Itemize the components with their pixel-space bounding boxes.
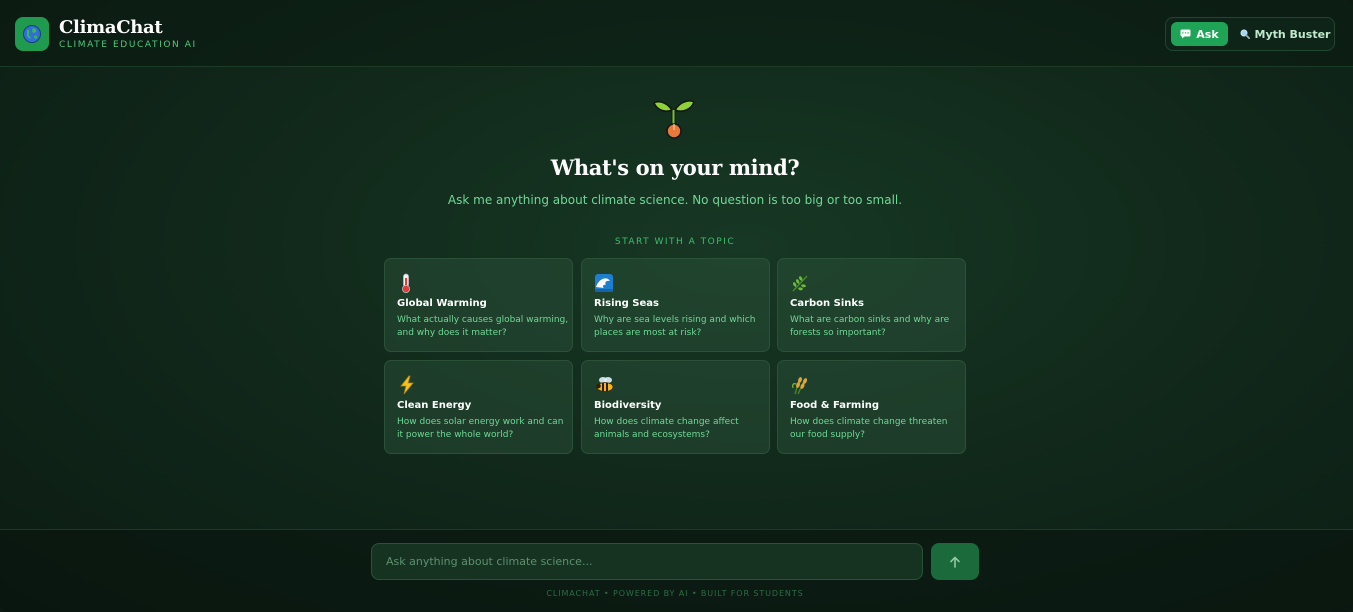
magnifier-icon xyxy=(1240,29,1250,39)
hero-title: What's on your mind? xyxy=(550,155,800,180)
leaf-icon xyxy=(790,272,810,294)
topic-description: What actually causes global warming, and… xyxy=(397,315,569,338)
topic-card-clean-energy[interactable]: Clean Energy How does solar energy work … xyxy=(384,360,573,454)
thermometer-icon xyxy=(397,272,417,294)
bee-icon xyxy=(594,374,614,396)
topic-title: Rising Seas xyxy=(594,298,659,309)
wave-icon xyxy=(594,272,614,294)
myth-buster-mode-label: Myth Buster xyxy=(1254,27,1331,41)
topic-description: How does solar energy work and can it po… xyxy=(397,417,564,440)
topics-label: START WITH A TOPIC xyxy=(614,237,736,247)
footer-note: CLIMACHAT • POWERED BY AI • BUILT FOR ST… xyxy=(546,589,804,598)
ask-mode-label: Ask xyxy=(1196,27,1219,41)
lightning-icon xyxy=(397,374,417,396)
topic-description: How does climate change threaten our foo… xyxy=(790,417,948,440)
topic-card-rising-seas[interactable]: Rising Seas Why are sea levels rising an… xyxy=(581,258,770,352)
speech-bubble-icon xyxy=(1180,29,1191,39)
seedling-icon xyxy=(651,95,697,141)
myth-buster-mode-button[interactable]: Myth Buster xyxy=(1238,22,1332,46)
globe-icon xyxy=(22,24,42,44)
header: ClimaChat CLIMATE EDUCATION AI Ask Myth … xyxy=(0,0,1353,67)
topic-card-food-farming[interactable]: Food & Farming How does climate change t… xyxy=(777,360,966,454)
mode-toggle: Ask Myth Buster xyxy=(1165,17,1335,51)
topic-title: Biodiversity xyxy=(594,400,662,411)
ask-mode-button[interactable]: Ask xyxy=(1171,22,1228,46)
app-window: ClimaChat CLIMATE EDUCATION AI Ask Myth … xyxy=(0,0,1353,612)
hero-subtitle: Ask me anything about climate science. N… xyxy=(447,193,903,207)
topic-title: Food & Farming xyxy=(790,400,880,411)
topic-description: Why are sea levels rising and which plac… xyxy=(594,315,756,338)
send-button[interactable] xyxy=(931,543,979,580)
topic-title: Global Warming xyxy=(397,298,487,309)
logo xyxy=(15,17,49,51)
topic-description: What are carbon sinks and why are forest… xyxy=(790,315,950,338)
topic-card-biodiversity[interactable]: Biodiversity How does climate change aff… xyxy=(581,360,770,454)
topic-card-global-warming[interactable]: Global Warming What actually causes glob… xyxy=(384,258,573,352)
wheat-icon xyxy=(790,374,810,396)
arrow-up-icon xyxy=(949,556,961,568)
brand-title: ClimaChat xyxy=(59,17,163,38)
brand-subtitle: CLIMATE EDUCATION AI xyxy=(59,40,197,50)
composer: CLIMACHAT • POWERED BY AI • BUILT FOR ST… xyxy=(0,529,1353,612)
topic-card-carbon-sinks[interactable]: Carbon Sinks What are carbon sinks and w… xyxy=(777,258,966,352)
chat-input[interactable] xyxy=(371,543,923,580)
topic-title: Carbon Sinks xyxy=(790,298,864,309)
topic-description: How does climate change affect animals a… xyxy=(594,417,739,440)
topic-title: Clean Energy xyxy=(397,400,472,411)
